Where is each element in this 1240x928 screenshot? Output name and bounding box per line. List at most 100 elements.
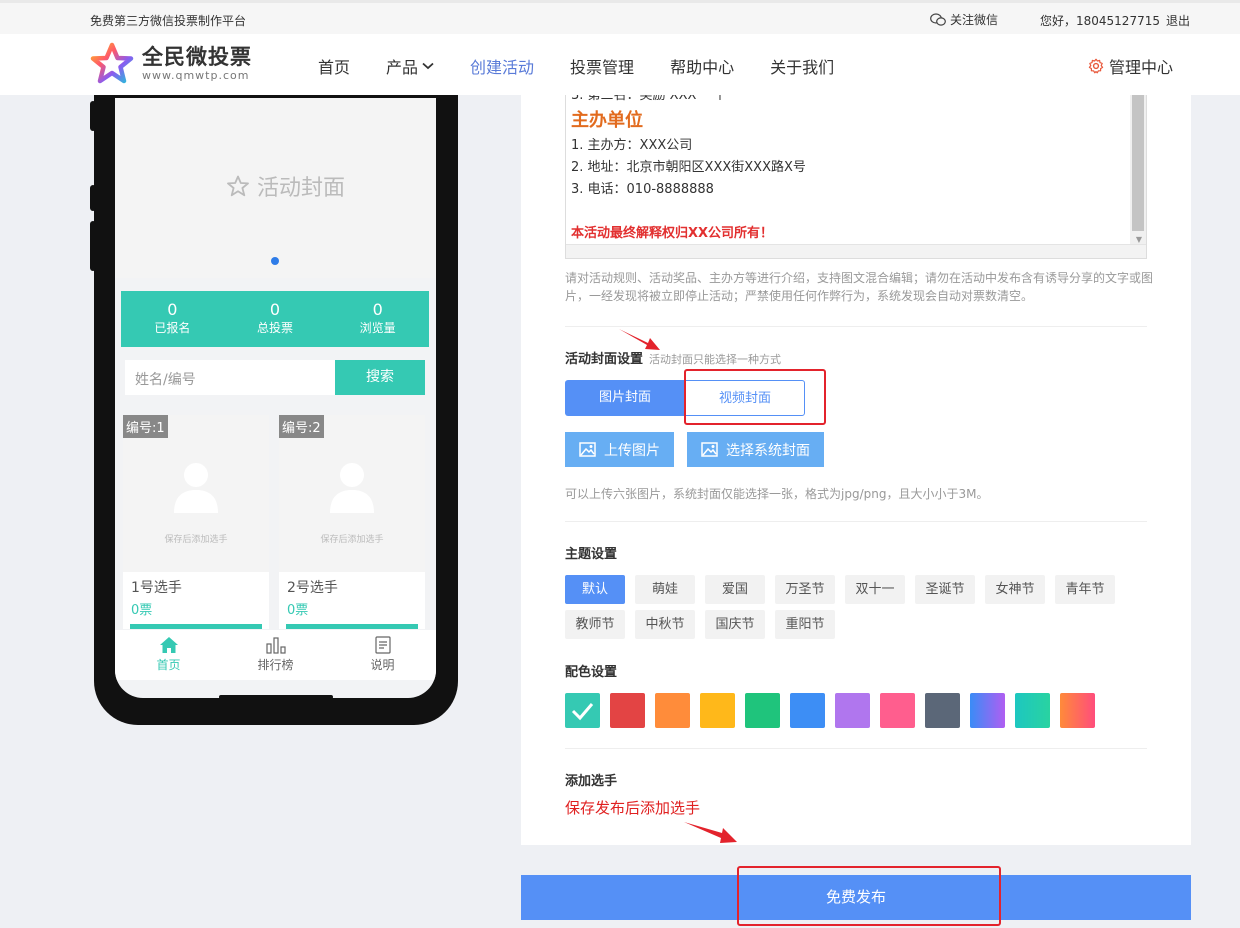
theme-option[interactable]: 万圣节 [775,575,835,604]
stat-views: 0 浏览量 [326,291,429,347]
player-hint: 保存后添加选手 [164,535,228,545]
color-swatch[interactable] [970,693,1005,728]
theme-option[interactable]: 重阳节 [775,610,835,639]
wechat-icon [930,12,946,26]
vote-button-bar[interactable] [286,624,418,629]
tab-label: 说明 [370,658,395,672]
stat-registered: 0 已报名 [121,291,224,347]
manage-center-link[interactable]: 管理中心 [1088,54,1173,78]
image-cover-option[interactable]: 图片封面 [565,380,685,416]
phone-preview: 活动封面 0 已报名 0 总投票 0 浏览量 姓名/编号 搜索 编号:1 保存后… [90,95,458,725]
color-swatch[interactable] [1060,693,1095,728]
cover-placeholder: 活动封面 [227,170,345,202]
color-swatch[interactable] [700,693,735,728]
nav-home[interactable]: 首页 [318,54,350,78]
preview-stats: 0 已报名 0 总投票 0 浏览量 [121,291,429,347]
player-card[interactable]: 编号:2 保存后添加选手 2号选手 0票 [279,415,425,629]
site-logo[interactable]: 全民微投票 www.qmwtp.com [90,42,252,86]
color-swatch[interactable] [835,693,870,728]
player-votes: 0票 [287,603,309,618]
video-cover-option[interactable]: 视频封面 [685,380,805,416]
preview-search-button[interactable]: 搜索 [335,360,425,395]
bar-chart-icon [265,637,286,654]
editor-scroll-thumb[interactable] [1132,95,1144,231]
stat-label: 浏览量 [359,321,396,335]
add-player-title: 添加选手 [565,774,618,789]
player-photo: 编号:1 保存后添加选手 [123,415,269,572]
color-swatch[interactable] [790,693,825,728]
color-settings-title: 配色设置 [565,665,618,680]
color-swatch[interactable] [745,693,780,728]
carousel-dot[interactable] [271,257,279,265]
upload-image-label: 上传图片 [604,442,660,459]
nav-about-us[interactable]: 关于我们 [770,54,834,78]
brand-url: www.qmwtp.com [142,69,250,82]
preview-search-input[interactable]: 姓名/编号 [125,360,335,395]
nav-help-center[interactable]: 帮助中心 [670,54,734,78]
follow-wechat-link[interactable]: 关注微信 [930,11,998,28]
theme-option[interactable]: 默认 [565,575,625,604]
preview-search: 姓名/编号 搜索 [125,360,425,395]
stat-value: 0 [269,300,281,319]
image-icon [701,442,718,457]
theme-option[interactable]: 双十一 [845,575,905,604]
cover-upload-description: 可以上传六张图片，系统封面仅能选择一张，格式为jpg/png，且大小小于3M。 [565,487,989,501]
stat-total-votes: 0 总投票 [224,291,327,347]
color-swatch[interactable] [880,693,915,728]
player-name: 1号选手 [131,580,182,596]
editor-content: 3. 第三名：奖励 XXX 一个 主办单位 1. 主办方：XXX公司 2. 地址… [571,95,806,245]
editor-line: 2. 地址：北京市朝阳区XXX街XXX路X号 [571,160,806,175]
nav-create-activity[interactable]: 创建活动 [470,54,534,78]
preview-tabbar: 首页 排行榜 说明 [115,630,436,680]
section-divider [565,521,1147,522]
home-icon [159,637,178,653]
image-icon [579,442,596,457]
vote-button-bar[interactable] [130,624,262,629]
select-system-cover-label: 选择系统封面 [726,442,810,459]
theme-option[interactable]: 国庆节 [705,610,765,639]
color-swatches [565,693,1105,728]
theme-option[interactable]: 圣诞节 [915,575,975,604]
nav-vote-management[interactable]: 投票管理 [570,54,634,78]
editor-horizontal-scrollbar[interactable] [566,244,1146,258]
theme-option[interactable]: 教师节 [565,610,625,639]
theme-option[interactable]: 中秋节 [635,610,695,639]
rich-text-editor[interactable]: 3. 第三名：奖励 XXX 一个 主办单位 1. 主办方：XXX公司 2. 地址… [565,95,1147,259]
add-player-note: 保存发布后添加选手 [565,799,701,817]
settings-panel: 3. 第三名：奖励 XXX 一个 主办单位 1. 主办方：XXX公司 2. 地址… [521,95,1191,845]
player-card[interactable]: 编号:1 保存后添加选手 1号选手 0票 [123,415,269,629]
color-swatch-selected[interactable] [565,693,600,728]
scroll-down-arrow-icon[interactable]: ▼ [1136,235,1142,244]
section-divider [565,748,1147,749]
color-swatch[interactable] [610,693,645,728]
tab-ranking[interactable]: 排行榜 [222,630,329,680]
gear-icon [1088,58,1104,74]
cover-settings-subtitle: 活动封面只能选择一种方式 [649,353,782,366]
color-swatch[interactable] [1015,693,1050,728]
editor-heading: 主办单位 [571,110,643,131]
chevron-down-icon [422,62,434,70]
player-votes: 0票 [131,603,153,618]
user-avatar-icon [174,463,218,513]
stat-value: 0 [372,300,383,319]
editor-scrollbar[interactable]: ▼ [1130,95,1146,245]
player-name: 2号选手 [287,580,338,596]
free-publish-button[interactable]: 免费发布 [521,875,1191,920]
tab-label: 首页 [156,658,181,672]
tab-description[interactable]: 说明 [329,630,436,680]
section-divider [565,326,1147,327]
user-greeting: 您好，18045127715 [1040,14,1160,28]
nav-products[interactable]: 产品 [386,54,434,78]
theme-option[interactable]: 爱国 [705,575,765,604]
theme-option[interactable]: 萌娃 [635,575,695,604]
tab-home[interactable]: 首页 [115,630,222,680]
theme-option[interactable]: 女神节 [985,575,1045,604]
select-system-cover-button[interactable]: 选择系统封面 [687,432,824,467]
phone-side-button [90,185,96,211]
logout-link[interactable]: 退出 [1166,12,1190,29]
player-number-tag: 编号:2 [279,415,324,438]
color-swatch[interactable] [925,693,960,728]
theme-option[interactable]: 青年节 [1055,575,1115,604]
color-swatch[interactable] [655,693,690,728]
upload-image-button[interactable]: 上传图片 [565,432,674,467]
